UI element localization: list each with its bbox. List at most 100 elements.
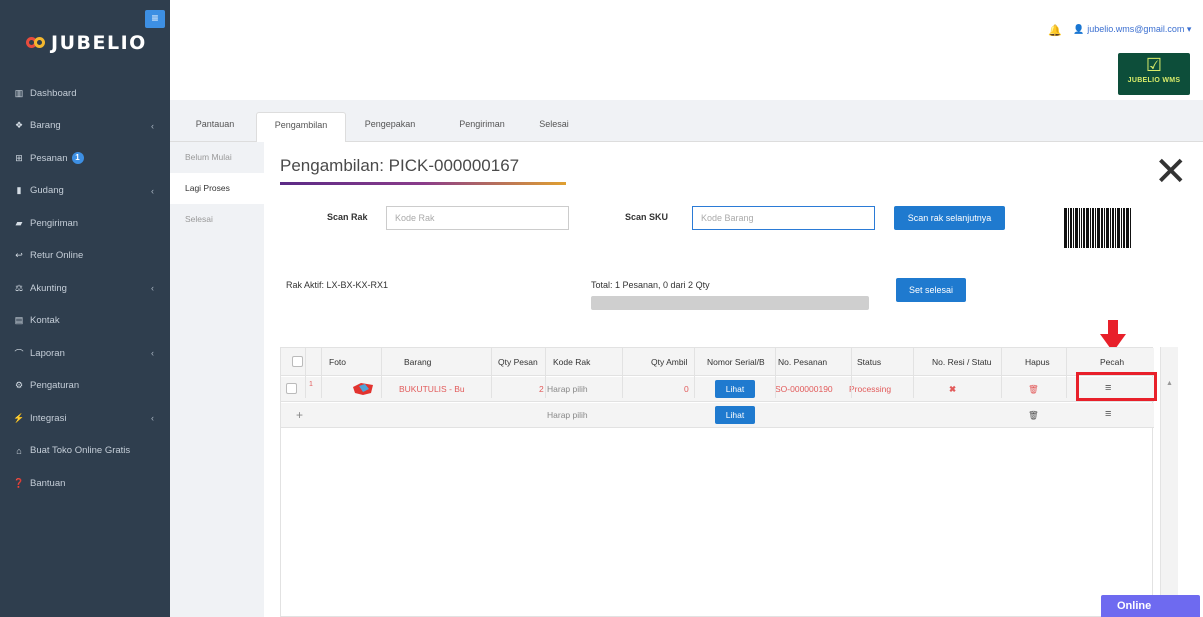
qty-pesan: 2 — [539, 384, 544, 394]
brand: JUBELIO ≡ — [0, 0, 170, 78]
chevron-left-icon: ‹ — [151, 283, 154, 294]
scan-sku-input[interactable]: Kode Barang — [692, 206, 875, 230]
wms-logo-text: JUBELIO WMS — [1127, 77, 1181, 84]
brand-logo[interactable]: JUBELIO — [26, 32, 147, 54]
sidebar-item-bantuan[interactable]: ❓ Bantuan — [0, 467, 170, 500]
user-email: jubelio.wms@gmail.com — [1087, 24, 1185, 34]
sidebar: JUBELIO ≡ ▥ Dashboard ❖ Barang ‹ ⊞ Pesan… — [0, 0, 170, 617]
sidebar-item-gudang[interactable]: ▮ Gudang ‹ — [0, 175, 170, 208]
kode-rak-select[interactable]: Harap pilih — [547, 384, 588, 394]
line-chart-icon: ⌒ — [14, 348, 24, 359]
active-rack: Rak Aktif: LX-BX-KX-RX1 — [286, 280, 389, 290]
sidebar-item-label: Buat Toko Online Gratis — [30, 445, 131, 457]
sidebar-item-pesanan[interactable]: ⊞ Pesanan 1 — [0, 142, 170, 175]
set-done-button[interactable]: Set selesai — [896, 278, 966, 302]
sidebar-item-kontak[interactable]: ▤ Kontak — [0, 305, 170, 338]
sidebar-item-pengiriman[interactable]: ▰ Pengiriman — [0, 207, 170, 240]
status-subnav: Belum Mulai Lagi Proses Selesai — [170, 142, 264, 617]
trash-icon[interactable]: 🗑 — [1028, 410, 1039, 421]
sidebar-item-laporan[interactable]: ⌒ Laporan ‹ — [0, 337, 170, 370]
topbar: 🔔 👤 jubelio.wms@gmail.com ▾ ☑ JUBELIO WMS — [170, 0, 1203, 100]
tab-pengiriman[interactable]: Pengiriman — [442, 112, 522, 142]
box-check-icon: ☑ — [1145, 55, 1163, 75]
hamburger-icon[interactable]: ≡ — [145, 10, 165, 28]
order-status: Processing — [849, 384, 892, 394]
table-scrollbar[interactable]: ▲ — [1160, 347, 1178, 617]
col-no-pesanan: No. Pesanan — [778, 357, 828, 367]
subnav-belum-mulai[interactable]: Belum Mulai — [170, 142, 264, 173]
tab-pantauan[interactable]: Pantauan — [182, 112, 248, 142]
sidebar-item-retur-online[interactable]: ↩ Retur Online — [0, 240, 170, 273]
sidebar-item-integrasi[interactable]: ⚡ Integrasi ‹ — [0, 402, 170, 435]
user-menu[interactable]: 👤 jubelio.wms@gmail.com ▾ — [1073, 24, 1191, 35]
select-all-checkbox[interactable] — [292, 356, 303, 367]
scan-sku-label: Scan SKU — [625, 212, 669, 222]
plug-icon: ⚡ — [13, 412, 25, 423]
column-divider — [694, 348, 695, 398]
gears-icon: ⚙ — [14, 380, 24, 391]
total-summary: Total: 1 Pesanan, 0 dari 2 Qty — [591, 280, 710, 290]
kode-rak-select-new[interactable]: Harap pilih — [547, 410, 588, 420]
bell-icon[interactable]: 🔔 — [1048, 24, 1062, 37]
sidebar-item-label: Barang — [30, 120, 61, 132]
pecah-highlight-box — [1076, 372, 1157, 401]
col-hapus: Hapus — [1025, 357, 1050, 367]
scan-rak-input[interactable]: Kode Rak — [386, 206, 569, 230]
sidebar-item-label: Integrasi — [30, 412, 67, 424]
col-pecah: Pecah — [1100, 357, 1125, 367]
sidebar-item-akunting[interactable]: ⚖ Akunting ‹ — [0, 272, 170, 305]
qty-ambil[interactable]: 0 — [684, 384, 689, 394]
column-divider — [775, 348, 776, 398]
product-name[interactable]: BUKUTULIS - Bu — [399, 384, 465, 394]
tab-selesai[interactable]: Selesai — [524, 112, 584, 142]
scroll-up-icon[interactable]: ▲ — [1166, 380, 1173, 387]
x-mark-icon: ✖ — [949, 384, 957, 394]
reply-icon: ↩ — [15, 250, 23, 261]
sidebar-item-label: Retur Online — [30, 250, 84, 262]
contact-icon: ▤ — [14, 315, 24, 326]
online-status-button[interactable]: Online — [1101, 595, 1200, 617]
page-title: Pengambilan: PICK-000000167 — [280, 156, 520, 175]
table-row[interactable]: 1 BUKUTULIS - Bu 2 Harap pilih 0 Lihat S… — [281, 377, 1154, 402]
sidebar-item-label: Akunting — [30, 282, 67, 294]
column-divider — [913, 348, 914, 398]
serial-view-button-new[interactable]: Lihat — [715, 406, 755, 424]
chevron-left-icon: ‹ — [151, 413, 154, 424]
sidebar-item-label: Bantuan — [30, 477, 66, 489]
trash-icon[interactable]: 🗑 — [1028, 384, 1039, 395]
row-checkbox[interactable] — [286, 383, 297, 394]
column-divider — [305, 348, 306, 398]
sidebar-item-label: Laporan — [30, 347, 65, 359]
sidebar-item-barang[interactable]: ❖ Barang ‹ — [0, 110, 170, 143]
sidebar-item-label: Kontak — [30, 315, 60, 327]
split-menu-icon[interactable]: ≡ — [1105, 408, 1111, 420]
title-underline — [280, 182, 566, 185]
scan-next-rack-button[interactable]: Scan rak selanjutnya — [894, 206, 1005, 230]
store-icon: ⌂ — [16, 445, 22, 456]
column-divider — [622, 348, 623, 398]
sidebar-item-buat-toko[interactable]: ⌂ Buat Toko Online Gratis — [0, 435, 170, 468]
sidebar-item-label: Pengaturan — [30, 380, 80, 392]
col-status: Status — [857, 357, 882, 367]
subnav-selesai[interactable]: Selesai — [170, 204, 264, 235]
pick-progress-bar — [591, 296, 869, 310]
sidebar-item-dashboard[interactable]: ▥ Dashboard — [0, 77, 170, 110]
close-icon[interactable]: ✕ — [1154, 152, 1188, 192]
chart-icon: ▥ — [14, 87, 24, 98]
tab-bar: Pantauan Pengambilan Pengepakan Pengirim… — [170, 100, 1203, 143]
user-icon: 👤 — [1073, 24, 1085, 34]
column-divider — [321, 348, 322, 398]
tab-pengepakan[interactable]: Pengepakan — [350, 112, 430, 142]
jubelio-logo-icon — [26, 35, 46, 51]
serial-view-button[interactable]: Lihat — [715, 380, 755, 398]
sidebar-item-pengaturan[interactable]: ⚙ Pengaturan — [0, 370, 170, 403]
cart-icon: ⊞ — [15, 152, 23, 163]
add-row-icon[interactable]: + — [296, 408, 303, 422]
sidebar-item-label: Gudang — [30, 185, 64, 197]
subnav-lagi-proses[interactable]: Lagi Proses — [170, 173, 264, 204]
question-icon: ❓ — [13, 477, 25, 488]
tab-pengambilan[interactable]: Pengambilan — [256, 112, 346, 143]
order-number[interactable]: SO-000000190 — [775, 384, 833, 394]
table-row-new[interactable]: + Harap pilih Lihat 🗑 ≡ — [281, 403, 1154, 428]
row-number: 1 — [309, 381, 313, 388]
